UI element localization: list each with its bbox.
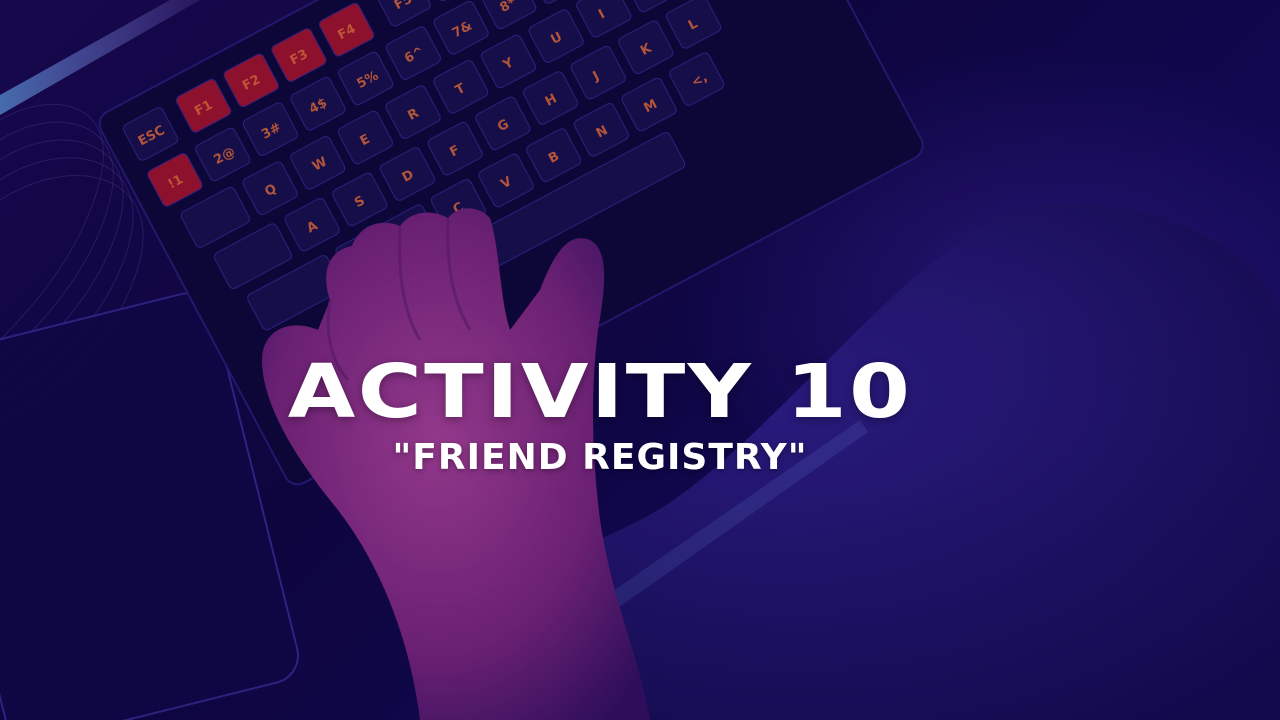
title-slide: ESC F1 F2 F3 F4 F5 F6 !1 2@ 3# 4$ 5% 6^ …: [0, 0, 1280, 720]
slide-subtitle: "FRIEND REGISTRY": [392, 437, 808, 478]
title-block: ACTIVITY 10 "FRIEND REGISTRY": [0, 352, 1200, 480]
slide-title: ACTIVITY 10: [287, 349, 913, 435]
